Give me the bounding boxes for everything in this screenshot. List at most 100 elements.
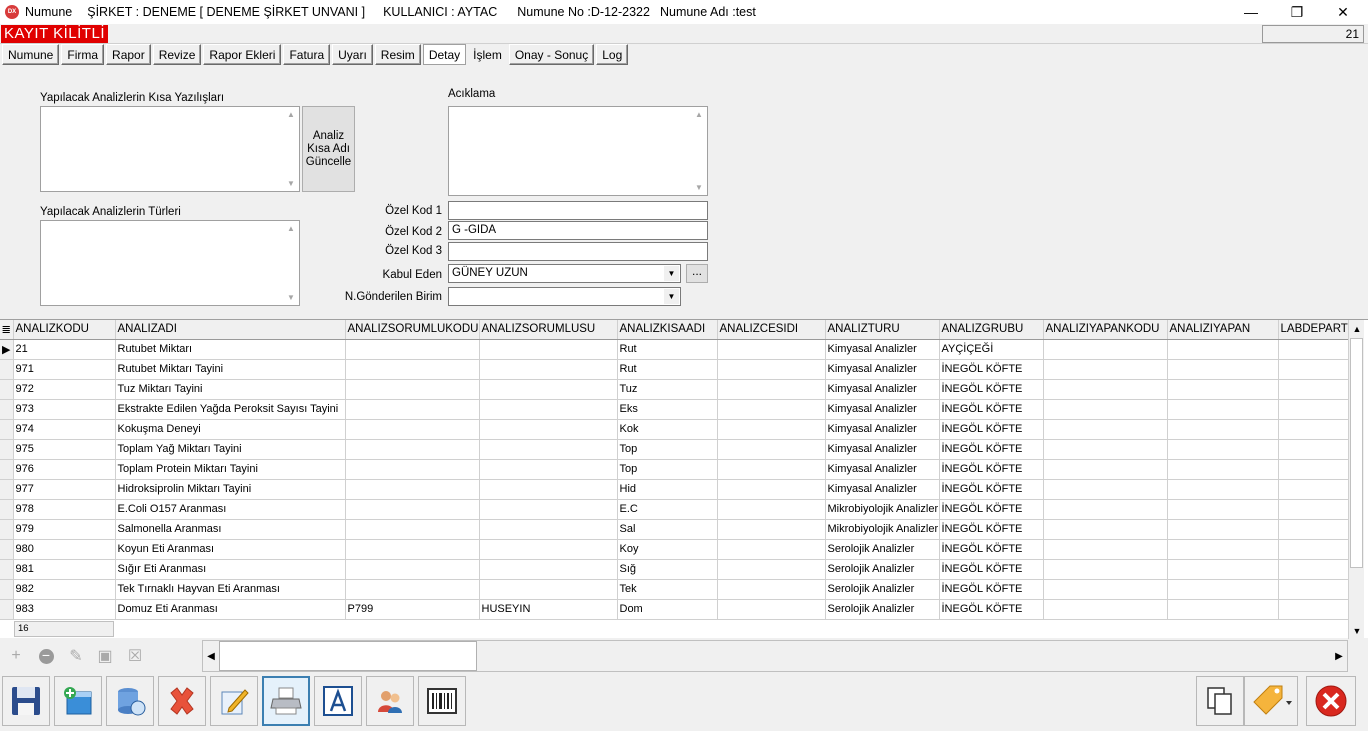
- table-cell[interactable]: Kimyasal Analizler: [825, 459, 940, 480]
- table-cell[interactable]: [345, 339, 480, 360]
- types-memo[interactable]: ▲ ▼: [40, 220, 300, 306]
- ozel-kod2-field[interactable]: G -GIDA: [448, 221, 708, 240]
- scroll-left-icon[interactable]: ◀: [203, 641, 219, 671]
- edit-button[interactable]: [210, 676, 258, 726]
- table-cell[interactable]: Domuz Eti Aranması: [115, 599, 346, 620]
- table-cell[interactable]: [1278, 599, 1349, 620]
- short-names-memo[interactable]: ▲ ▼: [40, 106, 300, 192]
- row-indicator[interactable]: [0, 539, 14, 560]
- table-row[interactable]: 978 E.Coli O157 Aranması E.C Mikrobiyolojik…: [0, 499, 1349, 520]
- tab-rapor-ekleri[interactable]: Rapor Ekleri: [203, 44, 282, 65]
- table-cell[interactable]: P799: [345, 599, 480, 620]
- row-indicator[interactable]: [0, 579, 14, 600]
- table-cell[interactable]: [1167, 539, 1279, 560]
- update-short-names-button[interactable]: Analiz Kısa Adı Güncelle: [302, 106, 355, 192]
- table-cell[interactable]: İNEGÖL KÖFTE: [939, 599, 1044, 620]
- table-cell[interactable]: [479, 459, 618, 480]
- table-cell[interactable]: [717, 479, 826, 500]
- table-cell[interactable]: İNEGÖL KÖFTE: [939, 499, 1044, 520]
- table-cell[interactable]: Koy: [617, 539, 718, 560]
- table-cell[interactable]: İNEGÖL KÖFTE: [939, 519, 1044, 540]
- table-cell[interactable]: [1043, 419, 1168, 440]
- grid-horizontal-scrollbar[interactable]: ◀ ▶: [202, 640, 1348, 672]
- table-cell[interactable]: Tuz: [617, 379, 718, 400]
- ozel-kod3-field[interactable]: [448, 242, 708, 261]
- table-cell[interactable]: [1043, 499, 1168, 520]
- table-cell[interactable]: 980: [13, 539, 116, 560]
- table-cell[interactable]: Kimyasal Analizler: [825, 359, 940, 380]
- table-cell[interactable]: Ekstrakte Edilen Yağda Peroksit Sayısı T…: [115, 399, 346, 420]
- table-cell[interactable]: [1043, 339, 1168, 360]
- table-cell[interactable]: [479, 359, 618, 380]
- table-cell[interactable]: [717, 559, 826, 580]
- table-cell[interactable]: 973: [13, 399, 116, 420]
- table-cell[interactable]: Eks: [617, 399, 718, 420]
- table-cell[interactable]: Hidroksiprolin Miktarı Tayini: [115, 479, 346, 500]
- table-cell[interactable]: [1278, 339, 1349, 360]
- table-cell[interactable]: AYÇİÇEĞİ: [939, 339, 1044, 360]
- table-cell[interactable]: Kimyasal Analizler: [825, 379, 940, 400]
- table-cell[interactable]: [1167, 579, 1279, 600]
- table-cell[interactable]: 976: [13, 459, 116, 480]
- table-cell[interactable]: İNEGÖL KÖFTE: [939, 439, 1044, 460]
- table-cell[interactable]: [1167, 379, 1279, 400]
- print-button[interactable]: [262, 676, 310, 726]
- table-cell[interactable]: [1043, 479, 1168, 500]
- col-header[interactable]: ANALIZSORUMLUSU: [479, 320, 618, 340]
- col-header[interactable]: ANALIZTURU: [825, 320, 940, 340]
- table-cell[interactable]: Kimyasal Analizler: [825, 439, 940, 460]
- table-cell[interactable]: Sığ: [617, 559, 718, 580]
- table-cell[interactable]: Top: [617, 459, 718, 480]
- tab-log[interactable]: Log: [596, 44, 629, 65]
- table-cell[interactable]: HUSEYIN: [479, 599, 618, 620]
- tag-button[interactable]: [1244, 676, 1298, 726]
- table-cell[interactable]: [717, 419, 826, 440]
- table-row[interactable]: 982 Tek Tırnaklı Hayvan Eti Aranması Tek Se…: [0, 579, 1349, 600]
- text-button[interactable]: [314, 676, 362, 726]
- table-cell[interactable]: Tek Tırnaklı Hayvan Eti Aranması: [115, 579, 346, 600]
- table-row[interactable]: 975 Toplam Yağ Miktarı Tayini Top Kimyasal …: [0, 439, 1349, 460]
- table-cell[interactable]: Rut: [617, 359, 718, 380]
- table-cell[interactable]: Kokuşma Deneyi: [115, 419, 346, 440]
- table-cell[interactable]: Mikrobiyolojik Analizler: [825, 499, 940, 520]
- col-header[interactable]: ANALIZCESIDI: [717, 320, 826, 340]
- tab-detay[interactable]: Detay: [422, 44, 467, 65]
- table-cell[interactable]: 21: [13, 339, 116, 360]
- cancel-icon[interactable]: ☒: [126, 647, 144, 665]
- table-cell[interactable]: [345, 439, 480, 460]
- table-cell[interactable]: [1043, 359, 1168, 380]
- table-cell[interactable]: [1278, 359, 1349, 380]
- table-row[interactable]: 981 Sığır Eti Aranması Sığ Serolojik Analiz…: [0, 559, 1349, 580]
- table-cell[interactable]: [479, 539, 618, 560]
- table-cell[interactable]: [479, 419, 618, 440]
- kabul-eden-select[interactable]: GÜNEY UZUN ▼: [448, 264, 681, 283]
- table-cell[interactable]: 979: [13, 519, 116, 540]
- table-cell[interactable]: Serolojik Analizler: [825, 539, 940, 560]
- table-cell[interactable]: [1167, 339, 1279, 360]
- table-cell[interactable]: Mikrobiyolojik Analizler: [825, 519, 940, 540]
- table-row[interactable]: ▶ 21 Rutubet Miktarı Rut Kimyasal Analizler A…: [0, 339, 1349, 360]
- col-header[interactable]: LABDEPARTI: [1278, 320, 1349, 340]
- row-indicator[interactable]: [0, 479, 14, 500]
- table-cell[interactable]: [1278, 559, 1349, 580]
- edit-icon[interactable]: ✎: [67, 647, 85, 665]
- tab-revize[interactable]: Revize: [152, 44, 202, 65]
- table-cell[interactable]: [1278, 459, 1349, 480]
- table-cell[interactable]: [1167, 399, 1279, 420]
- add-icon[interactable]: +: [7, 647, 25, 665]
- tab-islem[interactable]: İşlem: [468, 44, 507, 65]
- table-cell[interactable]: Rutubet Miktarı: [115, 339, 346, 360]
- table-cell[interactable]: [479, 559, 618, 580]
- table-cell[interactable]: Toplam Yağ Miktarı Tayini: [115, 439, 346, 460]
- table-cell[interactable]: [717, 359, 826, 380]
- table-row[interactable]: 972 Tuz Miktarı Tayini Tuz Kimyasal Analizl…: [0, 379, 1349, 400]
- table-cell[interactable]: [1043, 539, 1168, 560]
- row-indicator[interactable]: [0, 359, 14, 380]
- table-cell[interactable]: [717, 399, 826, 420]
- table-cell[interactable]: [345, 359, 480, 380]
- table-cell[interactable]: [345, 419, 480, 440]
- table-cell[interactable]: [1278, 439, 1349, 460]
- table-cell[interactable]: [717, 539, 826, 560]
- tab-numune[interactable]: Numune: [2, 44, 60, 65]
- table-cell[interactable]: [479, 499, 618, 520]
